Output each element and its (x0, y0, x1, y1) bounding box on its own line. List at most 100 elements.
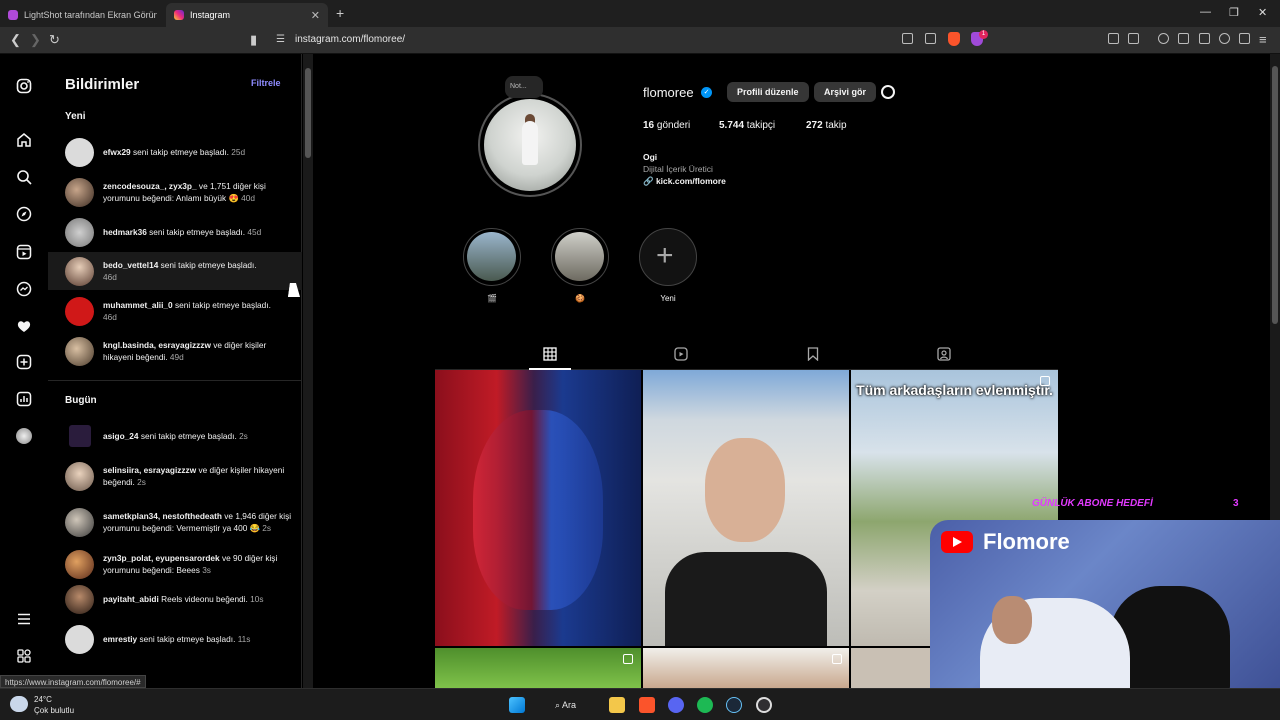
avatar[interactable] (65, 584, 94, 614)
post-tile[interactable] (643, 370, 849, 646)
search-icon: ⌕ (555, 700, 563, 710)
post-tile[interactable] (435, 370, 641, 646)
list-item[interactable]: hedmark36 seni takip etmeye başladı. 45d (48, 213, 302, 251)
scrollbar-thumb[interactable] (1272, 66, 1278, 324)
brave-shield-icon[interactable] (948, 32, 960, 46)
steam-icon[interactable] (726, 697, 742, 713)
tab-lightshot[interactable]: LightShot tarafından Ekran Görüntüsü (0, 3, 165, 27)
explore-icon[interactable] (16, 206, 32, 222)
list-item[interactable]: zencodesouza_, zyx3p_ ve 1,751 diğer kiş… (48, 173, 302, 211)
followers-count[interactable]: 5.744 takipçi (719, 120, 775, 131)
windows-start-icon[interactable] (509, 697, 525, 713)
avatar[interactable] (65, 217, 94, 247)
reels-icon[interactable] (16, 244, 32, 260)
extensions-icon[interactable] (1108, 33, 1119, 44)
avatar[interactable] (65, 549, 94, 579)
notification-text: asigo_24 seni takip etmeye başladı. 2s (103, 431, 248, 441)
list-item[interactable]: bedo_vettel14 seni takip etmeye başladı.… (48, 252, 302, 290)
also-from-meta-icon[interactable] (16, 648, 32, 664)
file-explorer-icon[interactable] (609, 697, 625, 713)
menu-icon[interactable]: ≡ (1259, 32, 1267, 47)
avatar[interactable] (65, 336, 94, 366)
avatar[interactable] (65, 624, 94, 654)
list-item[interactable]: payitaht_abidi Reels videonu beğendi. 10… (48, 580, 302, 618)
list-item[interactable]: selinsiira, esrayagizzzw ve diğer kişile… (48, 457, 302, 495)
obs-icon[interactable] (756, 697, 772, 713)
tab-tagged-icon[interactable] (937, 347, 951, 361)
scrollbar-thumb[interactable] (305, 68, 311, 158)
following-count[interactable]: 272 takip (806, 120, 847, 131)
highlight-1[interactable] (463, 228, 521, 286)
tab-instagram[interactable]: Instagram ✕ (166, 3, 328, 27)
leo-ai-icon[interactable] (1219, 33, 1230, 44)
home-icon[interactable] (16, 132, 32, 148)
wallet-icon[interactable] (1199, 33, 1210, 44)
bookmark-icon[interactable]: ▮ (250, 32, 257, 48)
brave-browser-icon[interactable] (639, 697, 655, 713)
post-tile[interactable] (643, 648, 849, 688)
music-icon[interactable] (1158, 33, 1169, 44)
avatar[interactable] (65, 296, 94, 326)
settings-gear-icon[interactable] (881, 85, 895, 99)
post-caption: Tüm arkadaşların evlenmiştir. (856, 382, 1053, 398)
list-item[interactable]: efwx29 seni takip etmeye başladı. 25d (48, 133, 302, 171)
sidebar-icon[interactable] (1178, 33, 1189, 44)
section-today-label: Bugün (65, 395, 97, 406)
reload-icon[interactable]: ↻ (49, 32, 60, 48)
avatar[interactable] (65, 507, 94, 537)
vpn-icon[interactable] (1239, 33, 1250, 44)
avatar[interactable] (65, 137, 94, 167)
highlight-2[interactable] (551, 228, 609, 286)
instagram-logo-icon[interactable] (16, 78, 32, 94)
new-tab-button[interactable]: + (336, 5, 344, 21)
cast-icon[interactable] (902, 33, 913, 44)
view-archive-button[interactable]: Arşivi gör (814, 82, 877, 102)
site-info-icon[interactable]: ☰ (276, 34, 285, 45)
list-item[interactable]: zyn3p_polat, eyupensarordek ve 90 diğer … (48, 545, 302, 583)
discord-icon[interactable] (668, 697, 684, 713)
notification-text: zyn3p_polat, eyupensarordek ve 90 diğer … (103, 553, 278, 575)
restore-button[interactable]: ❐ (1229, 6, 1239, 19)
post-tile[interactable] (435, 648, 641, 688)
filter-button[interactable]: Filtrele (251, 78, 281, 88)
taskbar-search[interactable]: ⌕ Ara (547, 696, 584, 714)
spotify-icon[interactable] (697, 697, 713, 713)
dashboard-icon[interactable] (16, 391, 32, 407)
profile-picture[interactable] (478, 93, 582, 197)
notifications-heart-icon[interactable] (16, 318, 32, 334)
avatar[interactable] (65, 177, 94, 207)
avatar[interactable] (65, 256, 94, 286)
panel-scrollbar[interactable] (303, 54, 313, 688)
profile-name: Ogi (643, 152, 658, 162)
list-item[interactable]: kngl.basinda, esrayagizzzw ve diğer kişi… (48, 332, 302, 370)
messenger-icon[interactable] (16, 281, 32, 297)
create-icon[interactable] (16, 354, 32, 370)
new-highlight-button[interactable]: + (639, 228, 697, 286)
back-icon[interactable]: ❮ (10, 32, 21, 48)
url-field[interactable]: instagram.com/flomoree/ (295, 34, 405, 45)
browser-tab-bar: LightShot tarafından Ekran Görüntüsü Ins… (0, 0, 1280, 27)
more-menu-icon[interactable] (16, 611, 32, 627)
edit-profile-button[interactable]: Profili düzenle (727, 82, 809, 102)
share-icon[interactable] (925, 33, 936, 44)
minimize-button[interactable]: — (1200, 6, 1211, 18)
tab-posts-grid-icon[interactable] (543, 347, 557, 361)
post-tile[interactable] (851, 648, 931, 688)
avatar[interactable] (69, 425, 91, 447)
list-item[interactable]: muhammet_alii_0 seni takip etmeye başlad… (48, 292, 302, 330)
close-window-button[interactable]: ✕ (1258, 6, 1267, 19)
profile-link[interactable]: 🔗 kick.com/flomore (643, 176, 726, 187)
note-bubble[interactable]: Not... (505, 76, 543, 98)
close-tab-icon[interactable]: ✕ (311, 9, 320, 22)
profile-avatar[interactable] (16, 428, 32, 444)
tab-label: LightShot tarafından Ekran Görüntüsü (24, 10, 157, 20)
list-item[interactable]: emrestiy seni takip etmeye başladı. 11s (48, 620, 302, 658)
forward-icon[interactable]: ❯ (30, 32, 41, 48)
search-icon[interactable] (16, 169, 32, 185)
list-item[interactable]: asigo_24 seni takip etmeye başladı. 2s (48, 417, 302, 455)
screenshot-icon[interactable] (1128, 33, 1139, 44)
tab-reels-icon[interactable] (674, 347, 688, 361)
list-item[interactable]: sametkplan34, nestofthedeath ve 1,946 di… (48, 499, 302, 545)
tab-saved-icon[interactable] (806, 347, 820, 362)
avatar[interactable] (65, 461, 94, 491)
